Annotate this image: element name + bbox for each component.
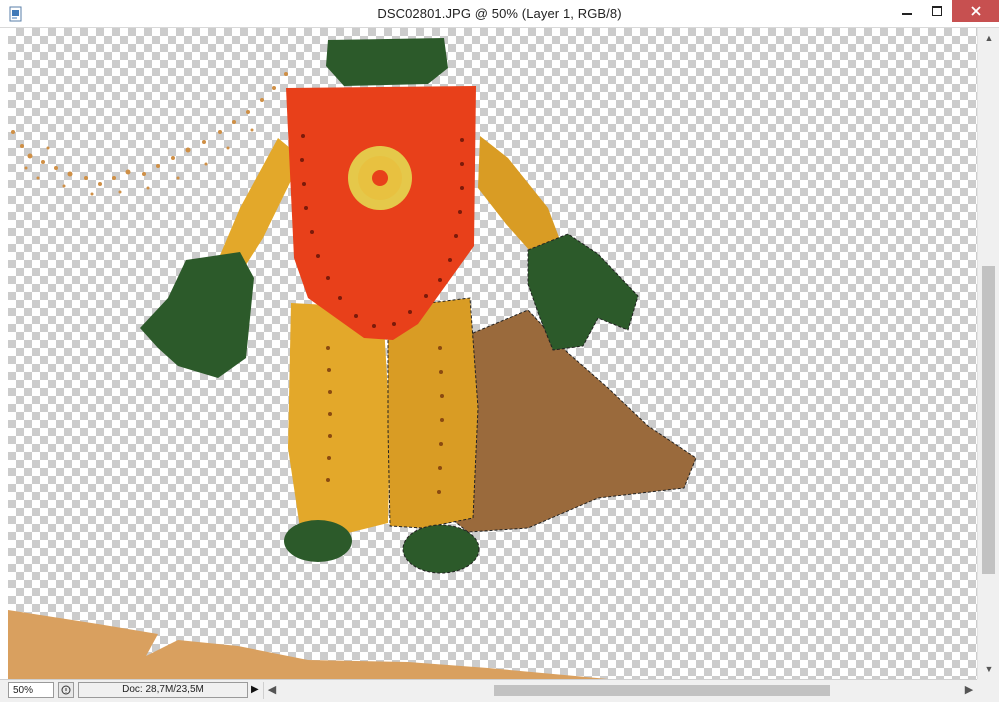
close-icon xyxy=(970,6,981,16)
figure-neck xyxy=(326,38,448,86)
scroll-up-icon[interactable]: ▲ xyxy=(978,30,999,46)
scroll-right-icon[interactable]: ▶ xyxy=(961,682,977,699)
status-info-icon[interactable] xyxy=(58,682,74,698)
minimize-icon xyxy=(902,13,912,15)
spray-particles xyxy=(11,72,288,196)
title-bar: DSC02801.JPG @ 50% (Layer 1, RGB/8) xyxy=(0,0,999,28)
scroll-down-icon[interactable]: ▼ xyxy=(978,661,999,677)
image-layer xyxy=(8,38,697,679)
document-size-info: Doc: 28,7M/23,5M xyxy=(78,682,248,698)
document-canvas[interactable] xyxy=(8,28,977,679)
vertical-scroll-thumb[interactable] xyxy=(982,266,995,574)
window-title: DSC02801.JPG @ 50% (Layer 1, RGB/8) xyxy=(377,6,622,21)
status-bar: Doc: 28,7M/23,5M ▶ ◀ ▶ xyxy=(0,679,999,702)
left-hand xyxy=(140,252,254,378)
minimize-button[interactable] xyxy=(892,0,922,22)
table-surface xyxy=(8,610,608,679)
zoom-level-input[interactable] xyxy=(8,682,54,698)
right-foot xyxy=(402,524,480,574)
scrollbar-corner xyxy=(977,679,999,702)
left-foot xyxy=(284,520,352,562)
maximize-icon xyxy=(932,6,942,16)
close-button[interactable] xyxy=(952,0,999,22)
play-arrow-icon[interactable]: ▶ xyxy=(251,684,259,695)
horizontal-scroll-thumb[interactable] xyxy=(494,685,830,696)
scroll-left-icon[interactable]: ◀ xyxy=(264,682,280,699)
horizontal-scrollbar[interactable]: ◀ ▶ xyxy=(263,682,977,699)
maximize-button[interactable] xyxy=(922,0,952,22)
vertical-scrollbar[interactable]: ▲ ▼ xyxy=(977,28,999,679)
window-left-border xyxy=(0,28,8,679)
emblem-center xyxy=(372,170,388,186)
